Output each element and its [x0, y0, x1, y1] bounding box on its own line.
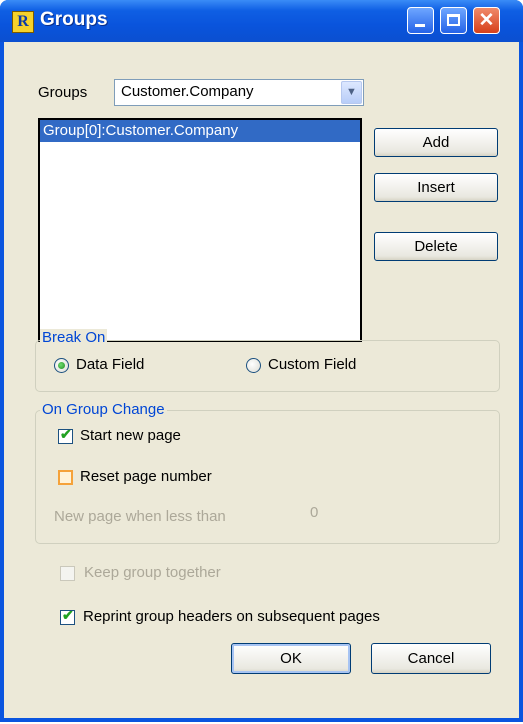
checkmark-icon: ✔: [62, 607, 74, 623]
groups-combo[interactable]: Customer.Company ▼: [114, 79, 364, 106]
data-field-radio[interactable]: [54, 358, 69, 373]
reprint-group-headers-label[interactable]: Reprint group headers on subsequent page…: [83, 608, 380, 625]
reprint-group-headers-checkbox[interactable]: ✔: [60, 607, 75, 625]
list-item[interactable]: Group[0]:Customer.Company: [40, 120, 360, 142]
break-on-title: Break On: [40, 329, 108, 346]
app-icon: R: [12, 11, 34, 33]
reset-page-number-checkbox[interactable]: [58, 470, 73, 485]
on-group-change-title: On Group Change: [40, 401, 167, 418]
new-page-when-less-than-value: 0: [310, 504, 319, 521]
window-title: Groups: [40, 9, 108, 30]
add-button[interactable]: Add: [374, 128, 498, 157]
radio-selected-dot: [58, 362, 65, 369]
dialog-body: Groups Customer.Company ▼ Group[0]:Custo…: [4, 42, 519, 718]
insert-button[interactable]: Insert: [374, 173, 498, 202]
new-page-when-less-than-label: New page when less than: [54, 508, 226, 525]
groups-combo-value: Customer.Company: [121, 83, 254, 100]
start-new-page-checkbox[interactable]: ✔: [58, 426, 73, 444]
keep-group-together-checkbox: [60, 566, 75, 581]
groups-dialog-window: R Groups ✕ Groups Customer.Company ▼ Gro…: [0, 0, 523, 722]
minimize-icon: [415, 24, 425, 27]
cancel-button[interactable]: Cancel: [371, 643, 491, 674]
chevron-down-icon[interactable]: ▼: [341, 81, 362, 104]
reset-page-number-label[interactable]: Reset page number: [80, 468, 212, 485]
delete-button[interactable]: Delete: [374, 232, 498, 261]
custom-field-label[interactable]: Custom Field: [268, 356, 356, 373]
checkmark-icon: ✔: [60, 426, 72, 442]
maximize-icon: [447, 14, 460, 26]
group-list[interactable]: Group[0]:Customer.Company: [38, 118, 362, 342]
data-field-label[interactable]: Data Field: [76, 356, 144, 373]
close-icon: ✕: [478, 10, 495, 31]
title-bar[interactable]: R Groups ✕: [0, 0, 523, 42]
close-button[interactable]: ✕: [473, 7, 500, 34]
maximize-button[interactable]: [440, 7, 467, 34]
custom-field-radio[interactable]: [246, 358, 261, 373]
groups-label: Groups: [38, 84, 88, 101]
ok-button[interactable]: OK: [231, 643, 351, 674]
keep-group-together-label: Keep group together: [84, 564, 221, 581]
minimize-button[interactable]: [407, 7, 434, 34]
start-new-page-label[interactable]: Start new page: [80, 427, 181, 444]
